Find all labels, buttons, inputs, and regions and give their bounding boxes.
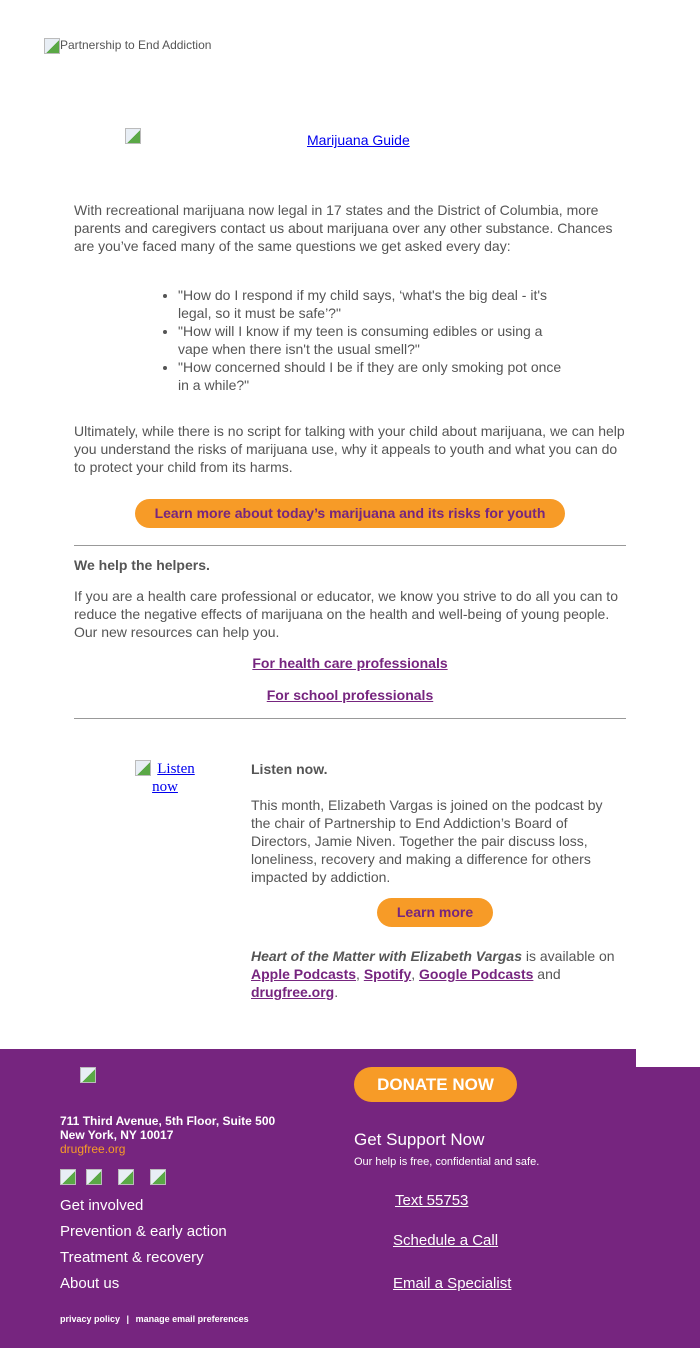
school-professionals-link[interactable]: For school professionals [267,687,433,703]
social-icon[interactable] [60,1169,76,1185]
question-list: "How do I respond if my child says, ‘wha… [160,286,568,394]
guide-image-icon [125,128,141,144]
schedule-call-link[interactable]: Schedule a Call [393,1232,498,1249]
broken-image-icon [135,760,152,776]
social-icon[interactable] [150,1169,166,1185]
footer-nav-treatment[interactable]: Treatment & recovery [60,1249,204,1266]
footer-nav-prevention[interactable]: Prevention & early action [60,1223,227,1240]
drugfree-link[interactable]: drugfree.org [251,984,334,1000]
podcast-paragraph: This month, Elizabeth Vargas is joined o… [251,797,603,885]
divider [74,545,626,546]
spotify-link[interactable]: Spotify [364,966,411,982]
footer-logo-icon [80,1067,97,1083]
helpers-heading: We help the helpers. [74,557,210,573]
donate-now-button[interactable]: DONATE NOW [354,1067,517,1102]
logo: Partnership to End Addiction [44,38,211,54]
support-title: Get Support Now [354,1130,485,1149]
email-specialist-link[interactable]: Email a Specialist [393,1275,511,1292]
intro-paragraph: With recreational marijuana now legal in… [74,202,613,254]
podcast-image[interactable]: Listen now [125,760,205,796]
podcast-availability: Heart of the Matter with Elizabeth Varga… [251,948,615,1000]
listen-now-link[interactable]: Listen now [152,761,195,795]
podcast-learn-more-button[interactable]: Learn more [377,898,493,927]
google-podcasts-link[interactable]: Google Podcasts [419,966,533,982]
footer-legal: privacy policy | manage email preference… [60,1314,249,1324]
apple-podcasts-link[interactable]: Apple Podcasts [251,966,356,982]
podcast-heading: Listen now. [251,761,328,777]
support-subtitle: Our help is free, confidential and safe. [354,1156,540,1168]
social-icon[interactable] [86,1169,102,1185]
footer-site-link[interactable]: drugfree.org [60,1142,125,1156]
footer-nav-about[interactable]: About us [60,1275,119,1292]
question-item: "How do I respond if my child says, ‘wha… [178,286,568,322]
text-support-link[interactable]: Text 55753 [395,1192,468,1209]
closing-paragraph: Ultimately, while there is no script for… [74,423,625,475]
helpers-paragraph: If you are a health care professional or… [74,588,618,640]
social-icon[interactable] [118,1169,134,1185]
footer-address: 711 Third Avenue, 5th Floor, Suite 500 N… [60,1114,276,1156]
privacy-policy-link[interactable]: privacy policy [60,1314,120,1324]
learn-more-marijuana-button[interactable]: Learn more about today’s marijuana and i… [135,499,565,528]
question-item: "How concerned should I be if they are o… [178,358,568,394]
question-item: "How will I know if my teen is consuming… [178,322,568,358]
broken-image-icon [44,38,60,54]
divider [74,718,626,719]
email-preferences-link[interactable]: manage email preferences [136,1314,249,1324]
footer-nav-get-involved[interactable]: Get involved [60,1197,143,1214]
health-care-professionals-link[interactable]: For health care professionals [252,655,447,671]
marijuana-guide-link[interactable]: Marijuana Guide [307,132,410,148]
